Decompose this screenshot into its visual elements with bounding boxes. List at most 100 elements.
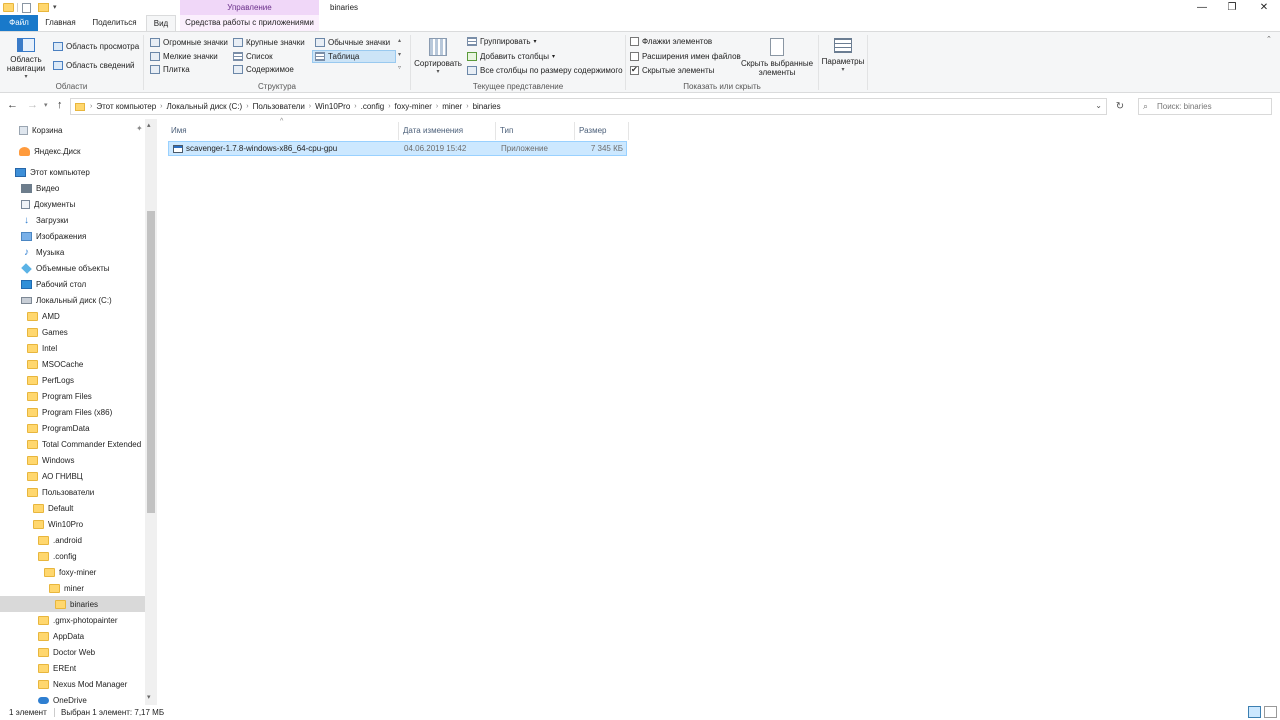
scrollbar-thumb[interactable] [147,211,155,513]
breadcrumb-item[interactable]: binaries [470,102,504,111]
breadcrumb-item[interactable]: Этот компьютер [93,102,159,111]
sidebar-item[interactable]: PerfLogs [0,372,145,388]
layout-huge-icons[interactable]: Огромные значки [150,38,228,47]
sidebar-item[interactable]: Рабочий стол [0,276,145,292]
layout-expand-icon[interactable]: ▿ [398,64,401,71]
layout-tiles[interactable]: Плитка [150,65,190,74]
sidebar-item[interactable]: Видео [0,180,145,196]
sidebar-item[interactable]: Этот компьютер [0,164,145,180]
sidebar-item[interactable]: Games [0,324,145,340]
sidebar-item[interactable]: binaries [0,596,145,612]
sidebar-item[interactable]: AppData [0,628,145,644]
tab-home[interactable]: Главная [38,15,83,31]
pin-icon[interactable]: ✦ [136,124,143,133]
options-button[interactable]: Параметры ▾ [821,38,865,75]
sidebar-item[interactable]: Документы [0,196,145,212]
refresh-icon[interactable]: ↻ [1111,98,1129,115]
layout-content[interactable]: Содержимое [233,65,294,74]
maximize-button[interactable]: ❐ [1217,0,1247,15]
sidebar-item[interactable]: .gmx-photopainter [0,612,145,628]
breadcrumb-item[interactable]: foxy-miner [392,102,435,111]
layout-large-icons[interactable]: Крупные значки [233,38,305,47]
back-arrow-icon[interactable]: ← [7,99,18,111]
sidebar-item[interactable]: Объемные объекты [0,260,145,276]
sidebar-item[interactable]: Total Commander Extended [0,436,145,452]
close-button[interactable]: ✕ [1249,0,1279,15]
scroll-up-icon[interactable]: ▴ [147,121,151,129]
sidebar-item[interactable]: miner [0,580,145,596]
tab-app-tools[interactable]: Средства работы с приложениями [180,15,319,31]
item-checkboxes-toggle[interactable]: Флажки элементов [630,37,712,46]
properties-icon[interactable] [22,3,31,13]
new-folder-icon[interactable] [38,3,49,12]
sidebar-item[interactable]: Win10Pro [0,516,145,532]
large-icons-view-icon[interactable] [1264,706,1277,718]
ribbon-collapse-icon[interactable]: ⌃ [1266,35,1272,43]
sidebar-item[interactable]: MSOCache [0,356,145,372]
sidebar-item[interactable]: Локальный диск (C:) [0,292,145,308]
sidebar-item[interactable]: Windows [0,452,145,468]
details-view-icon[interactable] [1248,706,1261,718]
minimize-button[interactable]: — [1187,0,1217,15]
address-dropdown-icon[interactable]: ⌄ [1095,101,1102,110]
sidebar-item[interactable]: .config [0,548,145,564]
fit-columns-button[interactable]: Все столбцы по размеру содержимого [467,66,623,75]
address-bar[interactable]: › Этот компьютер › Локальный диск (C:) › Пол… [70,98,1107,115]
sidebar-item[interactable]: Doctor Web [0,644,145,660]
sidebar-item[interactable]: ProgramData [0,420,145,436]
recent-locations-icon[interactable]: ▾ [44,101,48,109]
column-header-type[interactable]: Тип [496,122,575,140]
sidebar-item[interactable]: Default [0,500,145,516]
layout-scroll-down-icon[interactable]: ▾ [398,51,401,58]
sort-button[interactable]: Сортировать ▾ [414,38,462,77]
hide-selected-button[interactable]: Скрыть выбранные элементы [740,38,814,77]
search-input[interactable]: ⌕ Поиск: binaries [1138,98,1272,115]
breadcrumb-item[interactable]: Пользователи [250,102,308,111]
sidebar-item[interactable]: .android [0,532,145,548]
sidebar-item[interactable]: foxy-miner [0,564,145,580]
layout-scroll-up-icon[interactable]: ▴ [398,37,401,44]
preview-pane-button[interactable]: Область просмотра [53,42,139,51]
layout-table[interactable]: Таблица [315,52,359,61]
sidebar-item[interactable]: AMD [0,308,145,324]
file-extensions-toggle[interactable]: Расширения имен файлов [630,52,741,61]
column-header-date[interactable]: Дата изменения [399,122,496,140]
hidden-items-checkbox[interactable] [630,65,639,75]
sidebar-item[interactable]: ↓ Загрузки [0,212,145,228]
item-checkboxes-checkbox[interactable] [630,37,639,46]
tab-file[interactable]: Файл [0,15,38,31]
sidebar-item[interactable]: Program Files (x86) [0,404,145,420]
column-header-size[interactable]: Размер [575,122,629,140]
layout-list[interactable]: Список [233,52,273,61]
quick-access-dropdown[interactable]: ▾ [53,3,57,11]
breadcrumb-item[interactable]: Win10Pro [312,102,353,111]
sidebar-item[interactable]: ♪ Музыка [0,244,145,260]
group-by-button[interactable]: Группировать ▾ [467,37,537,46]
sidebar-item[interactable]: Nexus Mod Manager [0,676,145,692]
sidebar-item[interactable]: EREnt [0,660,145,676]
nav-scrollbar[interactable]: ▴ ▾ [145,119,157,705]
hidden-items-toggle[interactable]: Скрытые элементы [630,65,714,75]
sidebar-item[interactable]: Intel [0,340,145,356]
nav-pane-button[interactable]: Область навигации ▾ [4,38,48,82]
breadcrumb-item[interactable]: Локальный диск (C:) [164,102,246,111]
layout-small-icons[interactable]: Мелкие значки [150,52,218,61]
details-pane-button[interactable]: Область сведений [53,61,135,70]
sidebar-item[interactable]: Изображения [0,228,145,244]
tab-view[interactable]: Вид [146,15,176,31]
sidebar-item[interactable]: Program Files [0,388,145,404]
file-extensions-checkbox[interactable] [630,52,639,61]
breadcrumb-item[interactable]: miner [439,102,465,111]
sidebar-item[interactable]: Корзина [0,122,145,138]
layout-normal-icons[interactable]: Обычные значки [315,38,390,47]
scroll-down-icon[interactable]: ▾ [147,693,151,701]
forward-arrow-icon[interactable]: → [27,99,38,111]
add-columns-button[interactable]: Добавить столбцы ▾ [467,52,555,61]
tab-share[interactable]: Поделиться [83,15,146,31]
breadcrumb-item[interactable]: .config [358,102,388,111]
table-row[interactable]: scavenger-1.7.8-windows-x86_64-cpu-gpu 0… [168,141,627,156]
sidebar-item[interactable]: Яндекс.Диск [0,143,145,159]
up-arrow-icon[interactable]: ↑ [57,99,63,111]
sidebar-item[interactable]: АО ГНИВЦ [0,468,145,484]
sidebar-item[interactable]: Пользователи [0,484,145,500]
